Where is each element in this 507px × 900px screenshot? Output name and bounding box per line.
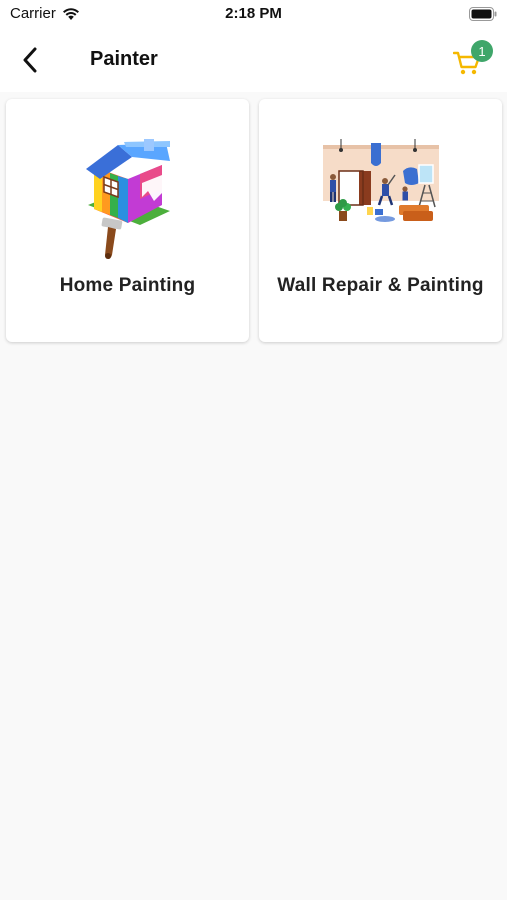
cart-count-badge: 1 (471, 40, 493, 62)
wall-painting-workers-illustration (322, 139, 439, 222)
cart-button[interactable]: 1 (451, 40, 495, 80)
service-card-wall-repair-painting[interactable]: Wall Repair & Painting (259, 99, 502, 342)
service-grid: Home Painting Wall Repair & Painting (6, 99, 502, 342)
service-label: Wall Repair & Painting (277, 275, 484, 296)
app-bar: Painter 1 (0, 28, 507, 92)
status-time: 2:18 PM (225, 5, 282, 22)
painted-house-illustration (85, 139, 170, 259)
status-bar: Carrier 2:18 PM (0, 0, 507, 28)
battery-icon (469, 7, 497, 21)
service-label: Home Painting (59, 275, 196, 296)
service-card-home-painting[interactable]: Home Painting (6, 99, 249, 342)
chevron-left-icon (23, 47, 37, 73)
back-button[interactable] (14, 44, 46, 76)
page-title: Painter (90, 48, 158, 70)
